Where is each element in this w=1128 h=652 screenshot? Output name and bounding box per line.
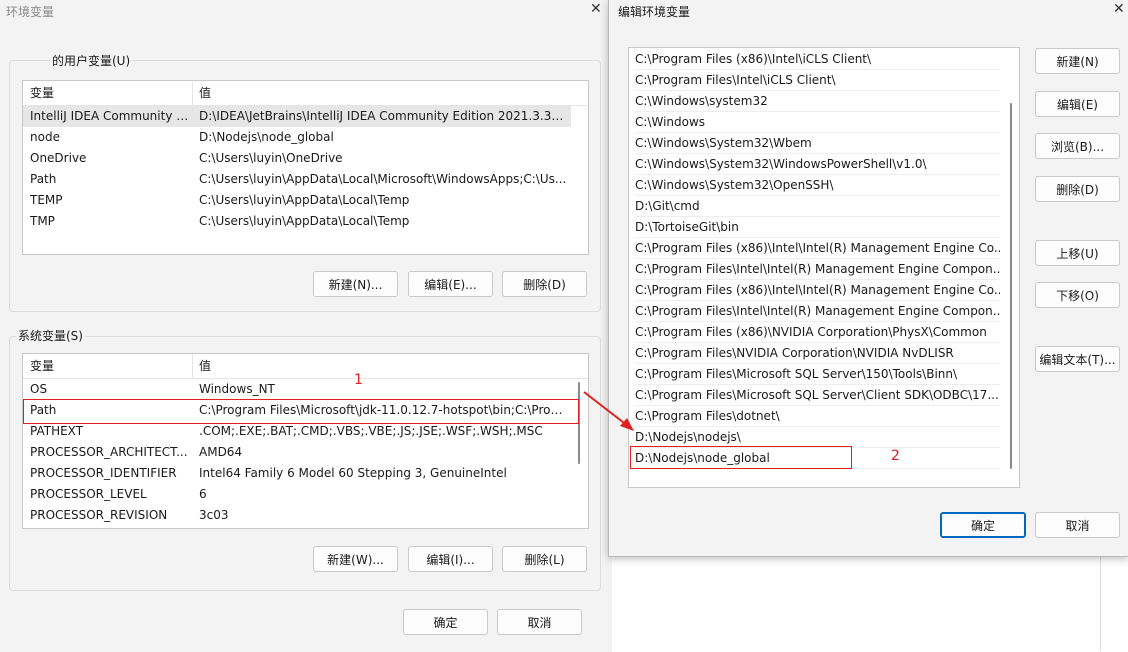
list-item[interactable]: C:\Windows\system32 (635, 91, 1000, 112)
var-name: Path (30, 172, 57, 186)
table-row[interactable]: TMP C:\Users\luyin\AppData\Local\Temp (23, 211, 571, 232)
var-value: .COM;.EXE;.BAT;.CMD;.VBS;.VBE;.JS;.JSE;.… (199, 424, 543, 438)
annotation-box-node-global (630, 446, 852, 469)
list-item[interactable]: C:\Program Files\NVIDIA Corporation\NVID… (635, 343, 1000, 364)
path-browse-button[interactable]: 浏览(B)... (1035, 133, 1120, 159)
user-col-var-header[interactable]: 变量 (30, 81, 54, 105)
var-name: OneDrive (30, 151, 87, 165)
table-row[interactable]: TEMP C:\Users\luyin\AppData\Local\Temp (23, 190, 571, 211)
annotation-label-1: 1 (354, 372, 363, 388)
table-row[interactable]: Path C:\Users\luyin\AppData\Local\Micros… (23, 169, 571, 190)
system-vars-list[interactable]: 变量 值 OS Windows_NT Path C:\Program Files… (22, 353, 589, 529)
var-name: node (30, 130, 60, 144)
list-item[interactable]: C:\Program Files\Microsoft SQL Server\Cl… (635, 385, 1000, 406)
var-value: C:\Users\luyin\AppData\Local\Microsoft\W… (199, 172, 567, 186)
var-value: Intel64 Family 6 Model 60 Stepping 3, Ge… (199, 466, 507, 480)
list-item[interactable]: C:\Program Files\dotnet\ (635, 406, 1000, 427)
edit-ok-button[interactable]: 确定 (940, 512, 1026, 538)
background-window-divider (1100, 555, 1101, 651)
table-row[interactable]: IntelliJ IDEA Community E... D:\IDEA\Jet… (23, 106, 571, 127)
user-vars-header: 变量 值 (23, 81, 588, 106)
var-name: PROCESSOR_REVISION (30, 508, 168, 522)
list-item[interactable]: C:\Program Files\Intel\Intel(R) Manageme… (635, 259, 1000, 280)
var-name: PROCESSOR_IDENTIFIER (30, 466, 177, 480)
var-name: PROCESSOR_LEVEL (30, 487, 147, 501)
edit-dialog-title: 编辑环境变量 (618, 5, 691, 19)
user-new-button[interactable]: 新建(N)... (313, 271, 398, 297)
annotation-box-path-row (23, 399, 579, 424)
system-new-button[interactable]: 新建(W)... (313, 546, 398, 572)
user-edit-button[interactable]: 编辑(E)... (408, 271, 493, 297)
path-edit-text-button[interactable]: 编辑文本(T)... (1035, 346, 1120, 372)
var-value: C:\Users\luyin\AppData\Local\Temp (199, 214, 410, 228)
list-item[interactable]: C:\Program Files\Intel\iCLS Client\ (635, 70, 1000, 91)
system-col-var-header[interactable]: 变量 (30, 354, 54, 378)
user-vars-group-label: 的用户变量(U) (50, 52, 133, 69)
list-item[interactable]: D:\TortoiseGit\bin (635, 217, 1000, 238)
list-item[interactable]: C:\Windows\System32\OpenSSH\ (635, 175, 1000, 196)
list-item[interactable]: C:\Program Files (x86)\Intel\iCLS Client… (635, 49, 1000, 70)
env-cancel-button[interactable]: 取消 (497, 609, 582, 635)
system-col-val-header[interactable]: 值 (199, 354, 211, 378)
list-item[interactable]: C:\Windows\System32\Wbem (635, 133, 1000, 154)
system-delete-button[interactable]: 删除(L) (502, 546, 587, 572)
table-row[interactable]: PROCESSOR_LEVEL 6 (23, 484, 571, 505)
var-value: Windows_NT (199, 382, 275, 396)
annotation-label-2: 2 (891, 448, 900, 464)
annotation-arrow (583, 391, 634, 431)
user-vars-list[interactable]: 变量 值 IntelliJ IDEA Community E... D:\IDE… (22, 80, 589, 255)
list-item[interactable]: C:\Windows\System32\WindowsPowerShell\v1… (635, 154, 1000, 175)
list-item[interactable]: C:\Program Files (x86)\NVIDIA Corporatio… (635, 322, 1000, 343)
table-row[interactable]: PROCESSOR_IDENTIFIER Intel64 Family 6 Mo… (23, 463, 571, 484)
path-move-up-button[interactable]: 上移(U) (1035, 240, 1120, 266)
table-row[interactable]: node D:\Nodejs\node_global (23, 127, 571, 148)
var-name: TEMP (30, 193, 63, 207)
var-value: AMD64 (199, 445, 243, 459)
user-delete-button[interactable]: 删除(D) (502, 271, 587, 297)
env-ok-button[interactable]: 确定 (403, 609, 488, 635)
table-row[interactable]: OS Windows_NT (23, 379, 571, 400)
list-item[interactable]: C:\Windows (635, 112, 1000, 133)
var-value: C:\Users\luyin\OneDrive (199, 151, 343, 165)
list-item[interactable]: C:\Program Files\Intel\Intel(R) Manageme… (635, 301, 1000, 322)
path-edit-button[interactable]: 编辑(E) (1035, 91, 1120, 117)
var-name: PROCESSOR_ARCHITECT... (30, 445, 188, 459)
table-row[interactable]: PROCESSOR_ARCHITECT... AMD64 (23, 442, 571, 463)
system-col-sep (192, 354, 193, 378)
list-item[interactable]: C:\Program Files (x86)\Intel\Intel(R) Ma… (635, 280, 1000, 301)
edit-dialog-close-icon[interactable]: ✕ (1113, 1, 1125, 17)
user-col-val-header[interactable]: 值 (199, 81, 211, 105)
env-window-close-icon[interactable]: ✕ (590, 1, 602, 17)
env-window: 环境变量 ✕ 的用户变量(U) 变量 值 IntelliJ IDEA Commu… (0, 0, 612, 651)
path-move-down-button[interactable]: 下移(O) (1035, 282, 1120, 308)
table-row[interactable]: OneDrive C:\Users\luyin\OneDrive (23, 148, 571, 169)
var-value: C:\Users\luyin\AppData\Local\Temp (199, 193, 410, 207)
var-name: OS (30, 382, 48, 396)
var-value: D:\IDEA\JetBrains\IntelliJ IDEA Communit… (199, 109, 567, 123)
system-vars-group-label: 系统变量(S) (16, 327, 85, 344)
path-new-button[interactable]: 新建(N) (1035, 48, 1120, 74)
path-list[interactable]: C:\Program Files (x86)\Intel\iCLS Client… (628, 47, 1020, 488)
var-value: D:\Nodejs\node_global (199, 130, 334, 144)
var-value: 3c03 (199, 508, 229, 522)
edit-dialog: 编辑环境变量 ✕ C:\Program Files (x86)\Intel\iC… (608, 0, 1128, 557)
list-item[interactable]: C:\Program Files\Microsoft SQL Server\15… (635, 364, 1000, 385)
table-row[interactable]: PATHEXT .COM;.EXE;.BAT;.CMD;.VBS;.VBE;.J… (23, 421, 571, 442)
var-name: TMP (30, 214, 55, 228)
list-item[interactable]: C:\Program Files (x86)\Intel\Intel(R) Ma… (635, 238, 1000, 259)
var-value: 6 (199, 487, 207, 501)
system-edit-button[interactable]: 编辑(I)... (408, 546, 493, 572)
background-window-edge (612, 555, 1128, 652)
var-name: PATHEXT (30, 424, 84, 438)
var-name: IntelliJ IDEA Community E... (30, 109, 190, 123)
list-item[interactable]: D:\Git\cmd (635, 196, 1000, 217)
list-item[interactable]: D:\Nodejs\nodejs\ (635, 427, 1000, 448)
path-list-scrollbar[interactable] (1010, 103, 1012, 469)
path-delete-button[interactable]: 删除(D) (1035, 176, 1120, 202)
edit-cancel-button[interactable]: 取消 (1035, 512, 1120, 538)
user-col-sep (192, 81, 193, 105)
env-window-title: 环境变量 (6, 5, 55, 19)
table-row[interactable]: PROCESSOR_REVISION 3c03 (23, 505, 571, 526)
system-vars-header: 变量 值 (23, 354, 588, 379)
